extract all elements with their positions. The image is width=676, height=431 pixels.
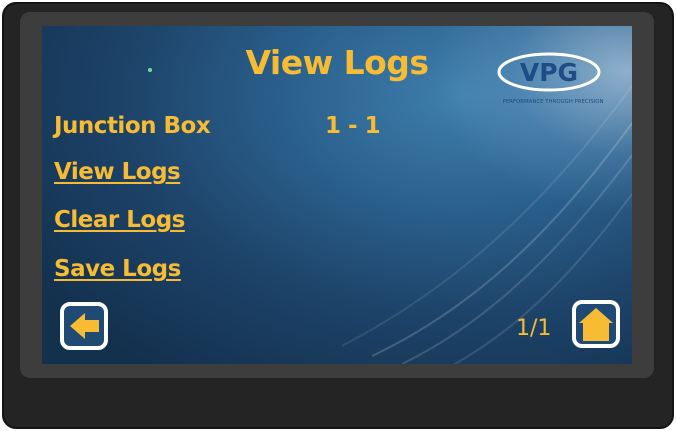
junction-box-label: Junction Box	[54, 113, 211, 139]
save-logs-link[interactable]: Save Logs	[54, 258, 181, 281]
clear-logs-link[interactable]: Clear Logs	[54, 209, 185, 232]
touch-screen: View Logs VPG PERFORMANCE THROUGH PRECIS…	[42, 26, 632, 364]
svg-text:PERFORMANCE THROUGH PRECISION: PERFORMANCE THROUGH PRECISION	[502, 99, 603, 105]
vpg-logo: VPG PERFORMANCE THROUGH PRECISION	[497, 52, 604, 105]
home-button[interactable]	[572, 300, 620, 348]
house-icon	[579, 308, 613, 341]
back-button[interactable]	[60, 302, 108, 350]
view-logs-link[interactable]: View Logs	[54, 161, 181, 184]
junction-box-value: 1 - 1	[325, 113, 381, 139]
page-indicator: 1/1	[516, 316, 552, 341]
arrow-left-icon	[70, 313, 99, 339]
svg-text:VPG: VPG	[520, 58, 578, 87]
